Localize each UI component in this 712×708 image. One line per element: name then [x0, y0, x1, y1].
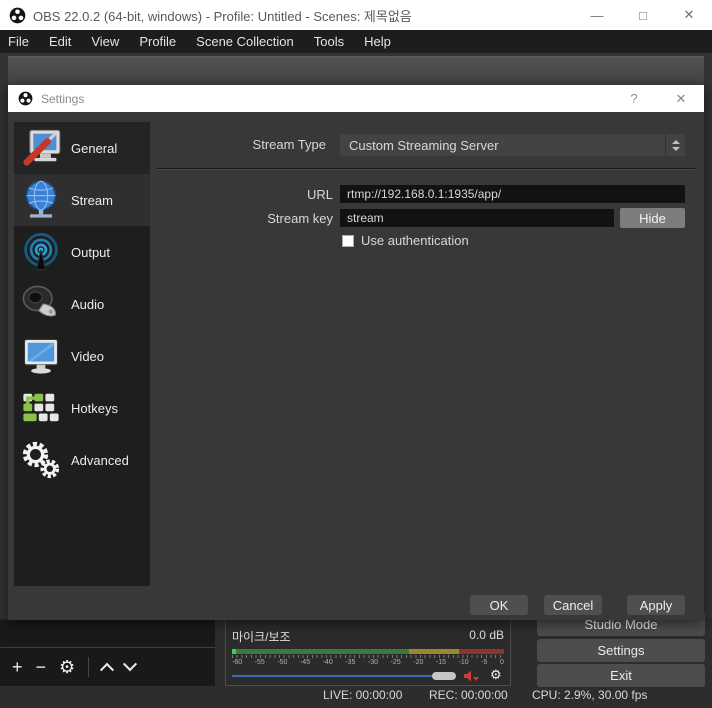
main-window-titlebar: OBS 22.0.2 (64-bit, windows) - Profile: … — [0, 0, 712, 30]
remove-icon[interactable]: − — [36, 658, 47, 676]
status-cpu-fps: CPU: 2.9%, 30.00 fps — [532, 688, 647, 702]
obs-logo-icon — [18, 91, 33, 106]
menu-edit[interactable]: Edit — [39, 30, 81, 53]
sidebar-item-stream[interactable]: Stream — [14, 174, 150, 226]
mute-speaker-icon[interactable] — [464, 670, 480, 682]
apply-button[interactable]: Apply — [627, 595, 685, 615]
dialog-close-button[interactable]: ✕ — [666, 85, 696, 112]
mixer-volume-db: 0.0 dB — [469, 628, 504, 645]
volume-meter — [232, 649, 504, 654]
settings-dialog: Settings ? ✕ General — [8, 85, 704, 620]
sidebar-item-hotkeys[interactable]: Hotkeys — [14, 382, 150, 434]
status-rec: REC: 00:00:00 — [429, 688, 508, 702]
spinner-down-icon — [672, 147, 680, 151]
minimize-button[interactable]: — — [574, 0, 620, 30]
exit-button[interactable]: Exit — [537, 664, 705, 687]
stream-icon — [19, 178, 63, 222]
spinner-up-icon — [672, 140, 680, 144]
sidebar-item-label: Advanced — [71, 453, 129, 468]
audio-mixer-panel: 마이크/보조 0.0 dB -60-55 -50-45 -40-35 -30-2… — [225, 620, 511, 686]
sidebar-item-label: Hotkeys — [71, 401, 118, 416]
hide-button[interactable]: Hide — [620, 208, 685, 228]
video-icon — [19, 334, 63, 378]
settings-button[interactable]: Settings — [537, 639, 705, 662]
output-icon — [19, 230, 63, 274]
advanced-icon — [19, 438, 63, 482]
audio-icon — [19, 282, 63, 326]
ok-button[interactable]: OK — [470, 595, 528, 615]
move-up-icon[interactable] — [102, 662, 112, 672]
url-label: URL — [158, 187, 333, 202]
sidebar-item-label: Stream — [71, 193, 113, 208]
general-icon — [19, 126, 63, 170]
menu-scene-collection[interactable]: Scene Collection — [186, 30, 304, 53]
menu-view[interactable]: View — [81, 30, 129, 53]
sidebar-item-audio[interactable]: Audio — [14, 278, 150, 330]
stream-key-label: Stream key — [158, 211, 333, 226]
scenes-toolbar: + − ⚙ — [0, 647, 215, 686]
url-input[interactable]: rtmp://192.168.0.1:1935/app/ — [340, 185, 685, 203]
meter-tickmarks — [232, 655, 504, 658]
mixer-source-name: 마이크/보조 — [232, 628, 291, 645]
move-down-icon[interactable] — [125, 662, 135, 672]
meter-scale: -60-55 -50-45 -40-35 -30-25 -20-15 -10-5… — [232, 659, 504, 666]
volume-slider-handle[interactable] — [432, 672, 456, 680]
use-authentication-checkbox[interactable] — [342, 235, 354, 247]
dialog-help-button[interactable]: ? — [619, 85, 649, 112]
dropdown-spinner[interactable] — [665, 134, 685, 156]
sidebar-item-label: Video — [71, 349, 104, 364]
volume-slider-track[interactable] — [232, 675, 454, 677]
sidebar-item-video[interactable]: Video — [14, 330, 150, 382]
sidebar-item-label: General — [71, 141, 117, 156]
stream-key-input[interactable]: stream — [340, 209, 614, 227]
sidebar-item-output[interactable]: Output — [14, 226, 150, 278]
sidebar-item-advanced[interactable]: Advanced — [14, 434, 150, 486]
sidebar-item-label: Audio — [71, 297, 104, 312]
settings-dialog-titlebar[interactable]: Settings ? ✕ — [8, 85, 704, 112]
mixer-gear-icon[interactable]: ⚙ — [490, 667, 502, 683]
window-title: OBS 22.0.2 (64-bit, windows) - Profile: … — [33, 6, 412, 25]
scene-properties-gear-icon[interactable]: ⚙ — [59, 658, 75, 676]
maximize-button[interactable]: □ — [620, 0, 666, 30]
add-icon[interactable]: + — [12, 658, 23, 676]
stream-type-select[interactable]: Custom Streaming Server — [340, 134, 685, 156]
status-live: LIVE: 00:00:00 — [323, 688, 402, 702]
stream-type-value: Custom Streaming Server — [349, 138, 499, 153]
sidebar-item-label: Output — [71, 245, 110, 260]
sidebar-item-general[interactable]: General — [14, 122, 150, 174]
hotkeys-icon — [19, 386, 63, 430]
menu-bar: File Edit View Profile Scene Collection … — [0, 30, 712, 53]
use-authentication-label: Use authentication — [361, 233, 469, 248]
stream-type-label: Stream Type — [158, 137, 326, 152]
cancel-button[interactable]: Cancel — [544, 595, 602, 615]
volume-meter-peak — [232, 649, 236, 654]
menu-file[interactable]: File — [0, 30, 39, 53]
settings-sidebar: General Stream Output — [14, 122, 150, 586]
menu-tools[interactable]: Tools — [304, 30, 354, 53]
menu-profile[interactable]: Profile — [129, 30, 186, 53]
menu-help[interactable]: Help — [354, 30, 401, 53]
obs-logo-icon — [9, 7, 26, 24]
toolbar-divider — [88, 657, 89, 677]
dialog-title: Settings — [41, 92, 84, 106]
form-separator — [157, 168, 695, 170]
close-button[interactable]: ✕ — [666, 0, 712, 30]
